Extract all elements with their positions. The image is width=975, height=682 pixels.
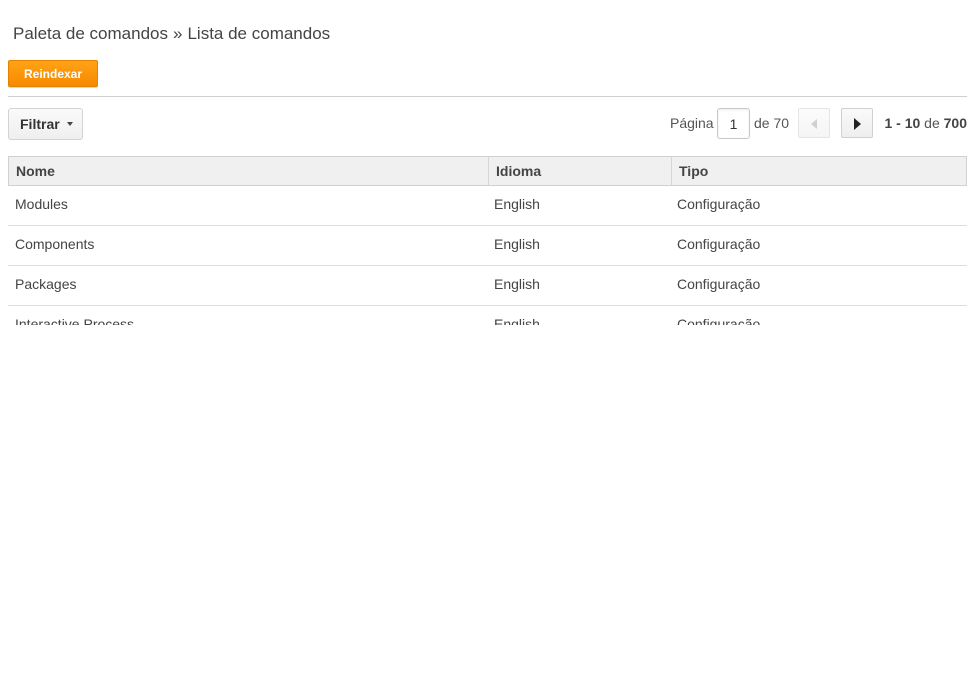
cell-type: Configuração	[677, 196, 761, 212]
cell-type: Configuração	[677, 276, 761, 292]
reindex-button[interactable]: Reindexar	[8, 60, 98, 87]
column-header-language[interactable]: Idioma	[488, 157, 671, 185]
breadcrumb: Paleta de comandos » Lista de comandos	[13, 24, 330, 44]
range-dash: -	[896, 115, 901, 131]
cell-language: English	[494, 276, 540, 292]
filter-label: Filtrar	[20, 116, 60, 132]
range-total: 700	[943, 115, 967, 131]
range-start: 1	[884, 115, 893, 131]
cell-type: Configuração	[677, 236, 761, 252]
column-header-name[interactable]: Nome	[9, 157, 488, 185]
range-end: 10	[904, 115, 921, 131]
next-page-button[interactable]	[841, 108, 873, 138]
divider	[8, 96, 967, 97]
cell-language: English	[494, 236, 540, 252]
commands-table: Nome Idioma Tipo Modules English Configu…	[8, 156, 967, 325]
previous-page-button[interactable]	[798, 108, 830, 138]
breadcrumb-current: Lista de comandos	[187, 24, 331, 43]
column-header-type[interactable]: Tipo	[671, 157, 966, 185]
cell-name: Packages	[15, 276, 77, 292]
arrow-left-icon	[811, 119, 817, 129]
breadcrumb-separator: »	[173, 24, 183, 43]
breadcrumb-parent-link[interactable]: Paleta de comandos	[13, 24, 168, 43]
caret-down-icon	[66, 122, 73, 126]
arrow-right-icon	[853, 118, 861, 130]
filter-button[interactable]: Filtrar	[8, 108, 83, 140]
table-row[interactable]: Components English Configuração	[8, 226, 967, 266]
page-label: Página	[670, 115, 714, 131]
cell-type: Configuração	[677, 316, 761, 325]
cell-name: Modules	[15, 196, 68, 212]
page-number-input[interactable]	[717, 108, 750, 139]
table-row[interactable]: Interactive Process English Configuração	[8, 306, 967, 325]
cell-language: English	[494, 196, 540, 212]
result-range: 1 - 10 de 700	[884, 115, 967, 131]
cell-language: English	[494, 316, 540, 325]
table-row[interactable]: Packages English Configuração	[8, 266, 967, 306]
range-of: de	[924, 115, 940, 131]
cell-name: Interactive Process	[15, 316, 135, 325]
page-count-label: de 70	[754, 115, 790, 131]
cell-name: Components	[15, 236, 95, 252]
table-row[interactable]: Modules English Configuração	[8, 186, 967, 226]
table-header: Nome Idioma Tipo	[8, 156, 967, 186]
